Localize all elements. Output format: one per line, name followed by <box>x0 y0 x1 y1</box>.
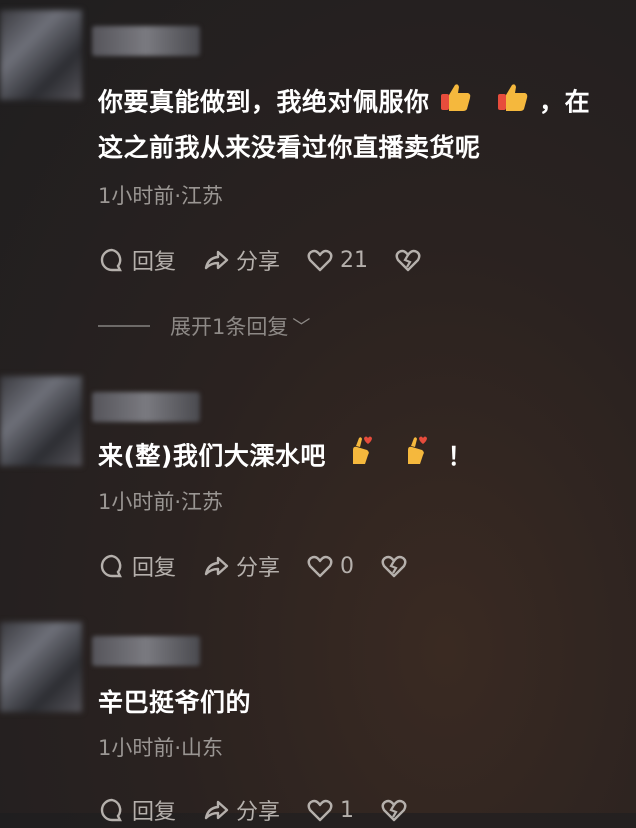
expand-label: 展开1条回复 <box>170 315 289 339</box>
comment-bubble-icon <box>100 554 122 578</box>
reply-label: 回复 <box>132 250 177 275</box>
share-label: 分享 <box>236 250 281 275</box>
comment-actions: 回复 分享 0 <box>98 548 440 584</box>
comment-meta: 1小时前·江苏 <box>98 184 224 208</box>
dislike-button[interactable] <box>394 246 428 274</box>
expand-replies-button[interactable]: 展开1条回复 ﹀ <box>98 311 310 341</box>
share-label: 分享 <box>236 800 281 825</box>
reply-button[interactable]: 回复 <box>98 794 176 826</box>
comment-text: 来(整)我们大溧水吧 ！ <box>98 434 618 481</box>
reply-button[interactable]: 回复 <box>98 550 176 582</box>
broken-heart-icon <box>395 249 421 272</box>
share-arrow-icon <box>204 250 229 270</box>
share-arrow-icon <box>204 556 229 576</box>
heart-icon <box>307 249 333 272</box>
heart-icon <box>307 555 333 578</box>
comment-actions: 回复 分享 1 <box>98 792 440 828</box>
heart-icon <box>307 799 333 822</box>
like-count: 1 <box>340 797 355 823</box>
avatar[interactable] <box>0 376 82 466</box>
comment-text-part1: 来(整)我们大溧水吧 <box>98 441 326 471</box>
username-blurred[interactable] <box>92 392 200 422</box>
share-arrow-icon <box>204 800 229 820</box>
share-button[interactable]: 分享 <box>202 244 280 276</box>
reply-label: 回复 <box>132 800 177 825</box>
reply-label: 回复 <box>132 556 177 581</box>
dislike-button[interactable] <box>380 796 414 824</box>
comment-text: 辛巴挺爷们的 <box>98 682 618 724</box>
avatar[interactable] <box>0 10 82 100</box>
like-button[interactable]: 1 <box>306 796 354 824</box>
comment-actions: 回复 分享 21 <box>98 242 454 278</box>
comment-text-line2: 这之前我从来没看过你直播卖货呢 <box>98 133 481 162</box>
like-count: 0 <box>340 553 355 579</box>
like-button[interactable]: 21 <box>306 246 368 274</box>
finger-heart-emoji-icon <box>400 434 430 481</box>
like-button[interactable]: 0 <box>306 552 354 580</box>
like-count: 21 <box>340 247 369 273</box>
avatar[interactable] <box>0 622 82 712</box>
comment-text-part2: ！ <box>447 441 474 471</box>
finger-heart-emoji-icon <box>345 434 375 481</box>
comment-text-part1: 辛巴挺爷们的 <box>98 688 252 717</box>
dislike-button[interactable] <box>380 552 414 580</box>
chevron-down-icon: ﹀ <box>292 317 311 338</box>
comment-meta: 1小时前·江苏 <box>98 490 224 514</box>
comment-bubble-icon <box>100 248 122 272</box>
comment-bubble-icon <box>100 798 122 822</box>
thumbs-up-emoji-icon <box>439 80 473 127</box>
comment-meta: 1小时前·山东 <box>98 736 224 760</box>
broken-heart-icon <box>381 799 407 822</box>
comment-text-part2: ，在 <box>539 87 591 117</box>
divider-line <box>98 325 150 327</box>
thumbs-up-emoji-icon <box>496 80 530 127</box>
share-button[interactable]: 分享 <box>202 550 280 582</box>
share-button[interactable]: 分享 <box>202 794 280 826</box>
share-label: 分享 <box>236 556 281 581</box>
reply-button[interactable]: 回复 <box>98 244 176 276</box>
username-blurred[interactable] <box>92 26 200 56</box>
comment-text: 你要真能做到，我绝对佩服你 ，在 这之前我从来没看过你直播卖货呢 <box>98 80 618 169</box>
comment-text-part1: 你要真能做到，我绝对佩服你 <box>98 87 430 117</box>
username-blurred[interactable] <box>92 636 200 666</box>
broken-heart-icon <box>381 555 407 578</box>
